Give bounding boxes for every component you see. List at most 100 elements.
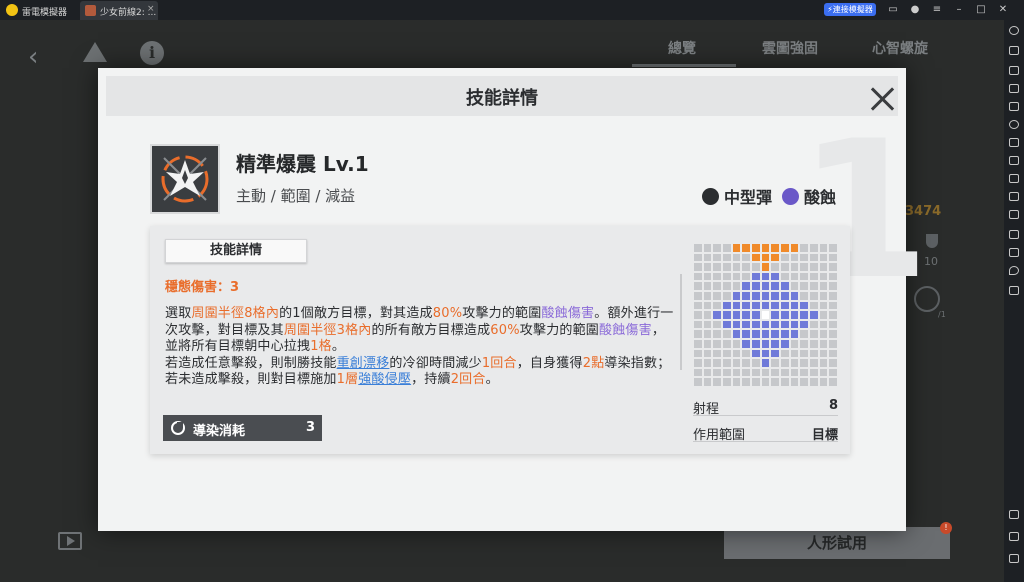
grid-cell: [741, 348, 751, 359]
grid-area-cell: [770, 300, 780, 311]
grid-area-cell: [750, 338, 761, 349]
grid-cell: [731, 377, 742, 387]
location-icon[interactable]: [1009, 266, 1019, 275]
keyboard-icon[interactable]: [1009, 46, 1019, 55]
minimize-icon[interactable]: –: [948, 2, 970, 18]
description-text: 的冷卻時間減少: [389, 355, 482, 371]
grid-cell: [818, 358, 829, 368]
grid-cell: [789, 367, 800, 378]
grid-cell: [741, 262, 751, 272]
ammo-type-label: 中型彈: [724, 188, 773, 207]
grid-area-cell: [731, 300, 742, 311]
tab-skill-detail[interactable]: 技能詳情: [165, 239, 307, 263]
menu-icon[interactable]: ▭: [882, 2, 904, 18]
grid-area-cell: [760, 338, 771, 349]
video-play-icon[interactable]: [58, 532, 82, 550]
close-icon[interactable]: ✕: [992, 2, 1014, 18]
grid-cell: [731, 358, 742, 368]
description-text: 攻擊力的範圍: [462, 306, 542, 321]
volume-up-icon[interactable]: [1009, 66, 1019, 75]
screenshot-icon[interactable]: [1009, 156, 1019, 165]
grid-cell: [712, 281, 722, 291]
grid-cell: [808, 329, 819, 339]
grid-cell: [693, 348, 703, 359]
grid-cell: [721, 377, 732, 387]
grid-cell: [808, 348, 819, 359]
highlight-text: 酸蝕傷害: [541, 306, 595, 321]
user-icon[interactable]: ●: [904, 2, 926, 18]
sync-emulator-button[interactable]: ⚡連接模擬器: [824, 3, 876, 16]
back-arrow-icon[interactable]: ‹: [28, 42, 38, 72]
more-icon[interactable]: [1009, 286, 1019, 295]
bars-icon[interactable]: ≡: [926, 2, 948, 18]
grid-cell: [818, 262, 829, 272]
area-value: 目標: [811, 428, 838, 443]
apk-icon[interactable]: [1009, 138, 1019, 147]
grid-cell: [702, 338, 713, 349]
grid-cell: [760, 377, 771, 387]
macro-icon[interactable]: [1009, 210, 1019, 219]
scissors-icon[interactable]: [1009, 174, 1019, 183]
settings-icon[interactable]: [1009, 26, 1019, 35]
character-trial-button[interactable]: 人形試用: [724, 527, 950, 559]
grid-cell: [712, 377, 722, 387]
grid-cell: [702, 243, 713, 253]
grid-cell: [808, 367, 819, 378]
record-icon[interactable]: [1009, 192, 1019, 201]
grid-area-cell: [760, 281, 771, 291]
grid-cell: [693, 338, 703, 349]
phone-icon[interactable]: [1009, 230, 1019, 239]
grid-cell: [702, 310, 713, 320]
home-icon[interactable]: [1009, 532, 1019, 541]
grid-area-cell: [779, 329, 790, 339]
grid-cell: [731, 281, 742, 291]
back-icon[interactable]: [1009, 510, 1019, 519]
close-modal-button[interactable]: [868, 84, 898, 114]
game-tab-icon: [85, 5, 96, 16]
grid-cell: [808, 300, 819, 311]
tab-overview[interactable]: 總覽: [668, 38, 696, 58]
area-row: 作用範圍 目標: [693, 422, 838, 443]
tab-mind-spiral[interactable]: 心智螺旋: [872, 38, 928, 58]
grid-area-cell: [731, 319, 742, 330]
grid-cell: [828, 348, 838, 359]
grid-area-cell: [760, 290, 771, 301]
folder-icon[interactable]: [1009, 248, 1019, 257]
grid-area-cell: [770, 329, 780, 339]
tab-cloud-enhance[interactable]: 雲圖強固: [762, 38, 818, 58]
window-controls: ▭ ● ≡ – □ ✕: [882, 2, 1014, 18]
recent-apps-icon[interactable]: [1009, 554, 1019, 563]
grid-cell: [693, 271, 703, 282]
grid-cell: [721, 358, 732, 368]
triangle-logo-icon: [83, 42, 107, 62]
grid-area-cell: [721, 319, 732, 330]
grid-cell: [779, 271, 790, 282]
game-tab[interactable]: 少女前線2: ... ×: [80, 1, 158, 20]
grid-cell: [693, 310, 703, 320]
grid-cell: [721, 271, 732, 282]
grid-cell: [731, 338, 742, 349]
info-icon[interactable]: i: [140, 41, 164, 65]
volume-down-icon[interactable]: [1009, 84, 1019, 93]
maximize-icon[interactable]: □: [970, 2, 992, 18]
character-tabs: 總覽 雲圖強固 心智螺旋: [632, 34, 987, 67]
tab-close-icon[interactable]: ×: [147, 4, 155, 14]
keyword-link[interactable]: 重創漂移: [337, 356, 390, 371]
grid-area-cell: [741, 338, 751, 349]
grid-cell: [828, 358, 838, 368]
description-text: 。: [331, 339, 346, 354]
sync-icon[interactable]: [1009, 120, 1019, 129]
keyword-link[interactable]: 強酸侵壓: [358, 372, 411, 387]
grid-cell: [789, 348, 800, 359]
grid-area-cell: [750, 300, 761, 311]
grid-cell: [808, 319, 819, 330]
grid-cell: [693, 377, 703, 387]
grid-area-cell: [760, 319, 771, 330]
grid-cell: [779, 367, 790, 378]
grid-cell: [799, 243, 809, 253]
description-scrollbar[interactable]: [680, 274, 682, 370]
grid-origin-cell: [760, 252, 771, 263]
highlight-text: 2回合: [450, 372, 486, 387]
fullscreen-icon[interactable]: [1009, 102, 1019, 111]
grid-origin-cell: [760, 243, 771, 253]
